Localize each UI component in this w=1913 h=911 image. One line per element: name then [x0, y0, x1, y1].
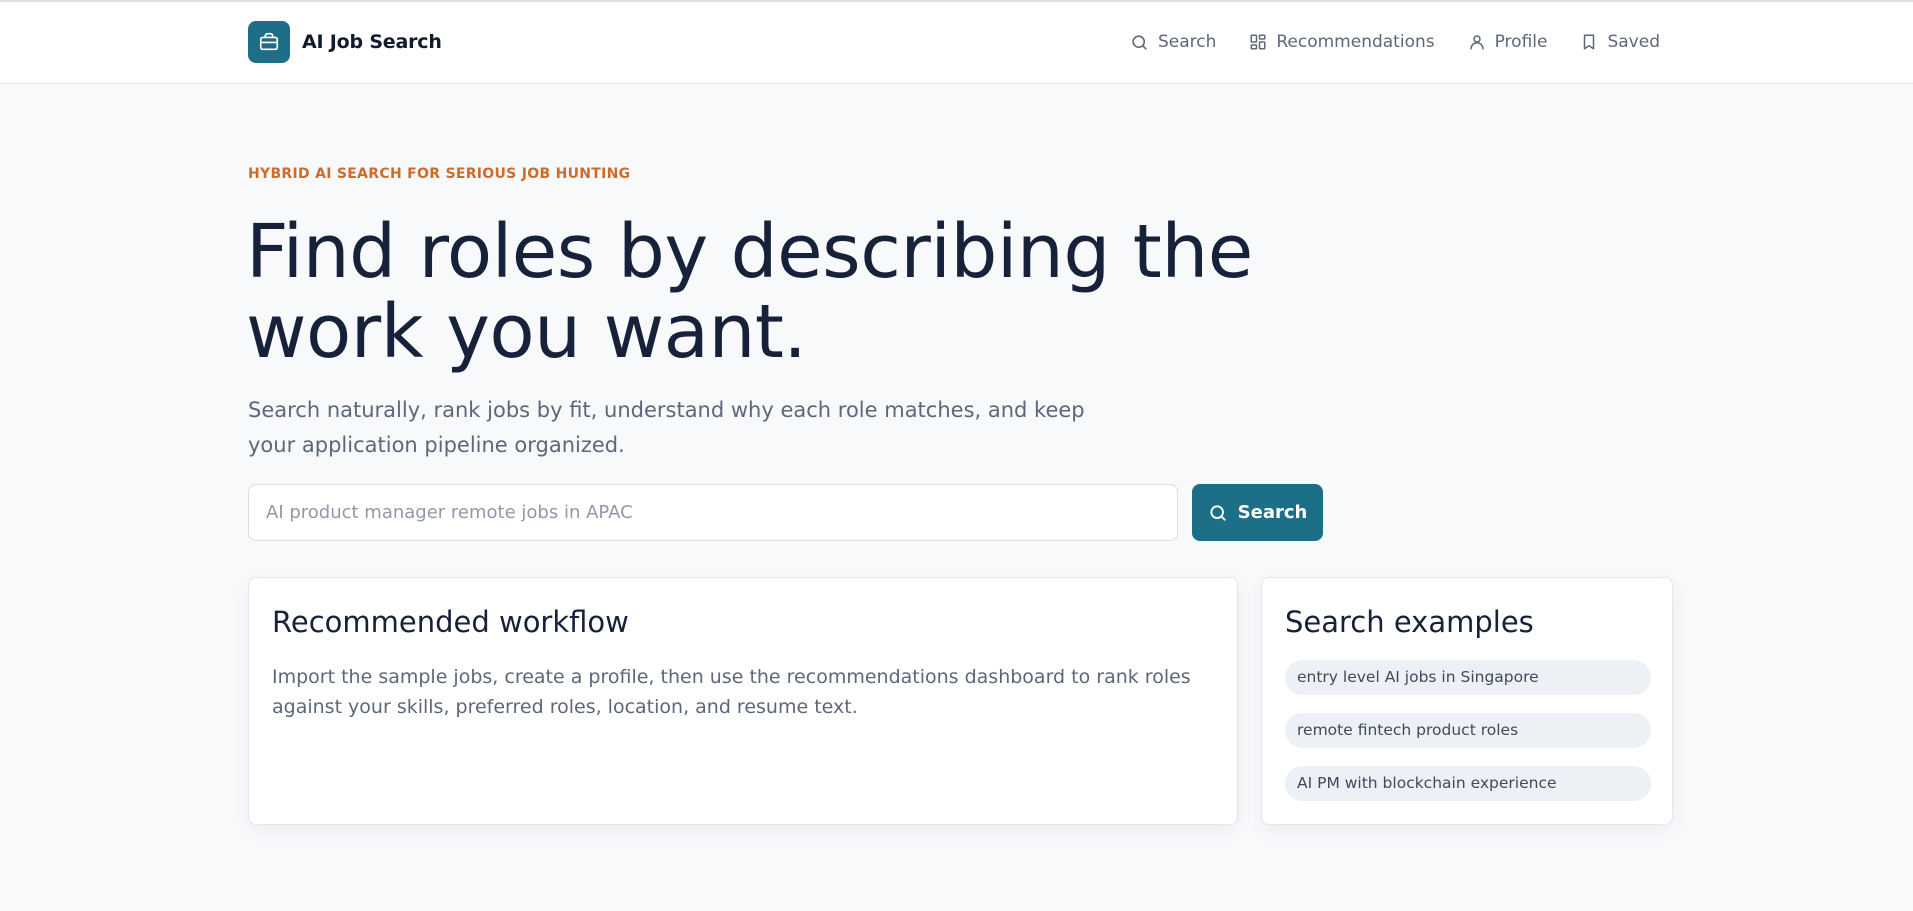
nav-profile-label: Profile: [1494, 32, 1548, 52]
workflow-title: Recommended workflow: [272, 605, 629, 639]
nav-search[interactable]: Search: [1130, 32, 1216, 52]
example-chip[interactable]: AI PM with blockchain experience: [1285, 766, 1651, 801]
brand[interactable]: AI Job Search: [248, 21, 442, 63]
search-input[interactable]: [248, 484, 1178, 541]
hero-eyebrow: HYBRID AI SEARCH FOR SERIOUS JOB HUNTING: [248, 166, 631, 182]
search-button[interactable]: Search: [1192, 484, 1323, 541]
nav-recommendations-label: Recommendations: [1276, 32, 1435, 52]
nav-search-label: Search: [1157, 32, 1217, 52]
workflow-body: Import the sample jobs, create a profile…: [272, 666, 1191, 718]
examples-card: Search examples entry level AI jobs in S…: [1261, 577, 1673, 825]
nav-saved-label: Saved: [1607, 32, 1660, 52]
example-chip[interactable]: remote fintech product roles: [1285, 713, 1651, 748]
top-navbar: AI Job Search Search Recommendations Pro…: [0, 2, 1913, 84]
nav-recommendations[interactable]: Recommendations: [1249, 32, 1435, 52]
hero-title: Find roles by describing the work you wa…: [246, 209, 1253, 375]
examples-title: Search examples: [1285, 605, 1534, 639]
examples-list: entry level AI jobs in Singapore remote …: [1285, 660, 1651, 801]
grid-icon: [1250, 34, 1266, 50]
nav-profile[interactable]: Profile: [1468, 32, 1548, 52]
search-icon: [1210, 504, 1226, 521]
hero-lead: Search naturally, rank jobs by fit, unde…: [248, 398, 1085, 457]
workflow-card: Recommended workflow Import the sample j…: [248, 577, 1238, 825]
bookmark-icon: [1584, 34, 1595, 50]
nav-saved[interactable]: Saved: [1580, 32, 1660, 52]
example-chip[interactable]: entry level AI jobs in Singapore: [1285, 660, 1651, 695]
search-button-label: Search: [1237, 502, 1308, 523]
main-nav: Search Recommendations Profile Saved: [1130, 32, 1660, 52]
search-icon: [1132, 34, 1147, 50]
user-icon: [1469, 35, 1484, 50]
brand-name: AI Job Search: [302, 31, 442, 53]
briefcase-icon: [248, 21, 290, 63]
